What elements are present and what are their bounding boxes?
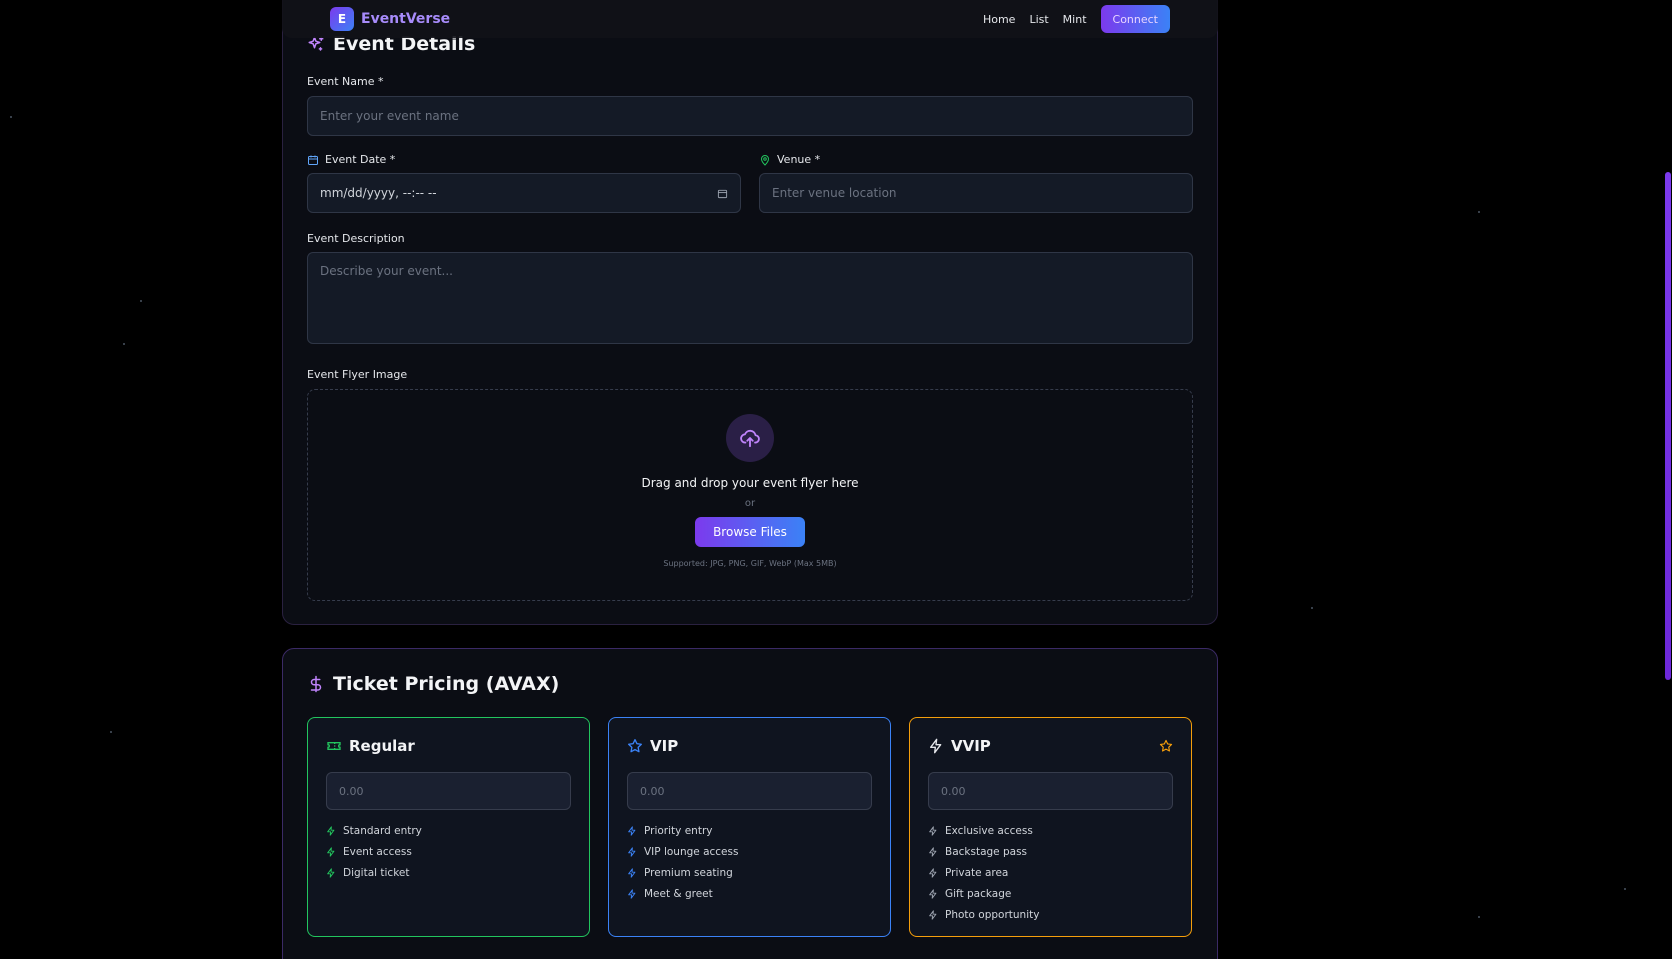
cloud-upload-icon <box>740 429 760 448</box>
regular-price-input[interactable] <box>326 772 571 810</box>
calendar-icon <box>308 155 318 165</box>
brand-name[interactable]: EventVerse <box>361 11 450 27</box>
page: E EventVerse Home List Mint Connect Even… <box>0 0 1672 959</box>
feature-item: Meet & greet <box>627 883 872 904</box>
feature-item: Standard entry <box>326 820 571 841</box>
star-badge-icon <box>1159 739 1173 752</box>
zap-icon <box>930 738 942 754</box>
event-date-label-text: Event Date * <box>325 153 396 166</box>
background-star <box>1311 607 1313 609</box>
page-scrollbar[interactable] <box>1664 0 1672 959</box>
connect-wallet-button[interactable]: Connect <box>1100 5 1170 33</box>
nav-mint-link[interactable]: Mint <box>1063 13 1087 26</box>
feature-item: Premium seating <box>627 862 872 883</box>
zap-icon <box>929 909 937 920</box>
background-star <box>110 731 112 733</box>
tier-regular-card: Regular Standard entry Event access Digi… <box>307 717 590 937</box>
tier-name: VVIP <box>951 737 991 755</box>
tier-name: VIP <box>650 737 679 755</box>
dollar-icon <box>310 675 322 693</box>
background-star <box>10 116 12 118</box>
zap-icon <box>929 888 937 899</box>
event-description-label: Event Description <box>307 232 405 245</box>
tier-vip-card: VIP Priority entry VIP lounge access Pre… <box>608 717 891 937</box>
background-star <box>123 343 125 345</box>
dropzone-or: or <box>744 498 756 509</box>
feature-item: Digital ticket <box>326 862 571 883</box>
event-flyer-label: Event Flyer Image <box>307 368 408 381</box>
upload-icon-badge <box>726 414 774 462</box>
event-description-textarea[interactable] <box>307 252 1193 344</box>
venue-label-text: Venue * <box>777 153 821 166</box>
venue-label: Venue * <box>759 153 820 166</box>
background-star <box>1478 211 1480 213</box>
map-pin-icon <box>760 154 770 166</box>
feature-item: Gift package <box>928 883 1173 904</box>
nav-home-link[interactable]: Home <box>983 13 1015 26</box>
feature-item: Exclusive access <box>928 820 1173 841</box>
tier-name: Regular <box>349 737 415 755</box>
feature-item: Priority entry <box>627 820 872 841</box>
zap-icon <box>628 867 636 878</box>
tier-features: Standard entry Event access Digital tick… <box>326 820 571 883</box>
browse-files-button[interactable]: Browse Files <box>695 517 805 547</box>
feature-item: Backstage pass <box>928 841 1173 862</box>
tier-vvip-card: VVIP Exclusive access Backstage pass Pri… <box>909 717 1192 937</box>
zap-icon <box>929 846 937 857</box>
event-date-label: Event Date * <box>307 153 395 166</box>
event-date-input[interactable]: mm/dd/yyyy, --:-- -- <box>307 173 741 213</box>
supported-formats-note: Supported: JPG, PNG, GIF, WebP (Max 5MB) <box>663 559 837 568</box>
zap-icon <box>327 867 335 878</box>
pricing-title: Ticket Pricing (AVAX) <box>333 673 560 695</box>
feature-item: Event access <box>326 841 571 862</box>
date-picker-icon[interactable] <box>717 188 728 199</box>
zap-icon <box>929 867 937 878</box>
top-nav-bar: E EventVerse Home List Mint Connect <box>282 0 1218 38</box>
zap-icon <box>628 825 636 836</box>
star-icon <box>628 739 642 753</box>
zap-icon <box>628 888 636 899</box>
event-name-input[interactable] <box>307 96 1193 136</box>
background-star <box>1624 888 1626 890</box>
nav-list-link[interactable]: List <box>1029 13 1048 26</box>
ticket-pricing-card: Ticket Pricing (AVAX) Regular Standard e… <box>282 648 1218 959</box>
flyer-dropzone[interactable]: Drag and drop your event flyer here or B… <box>307 389 1193 601</box>
dropzone-title: Drag and drop your event flyer here <box>641 476 859 490</box>
venue-input[interactable] <box>759 173 1193 213</box>
brand[interactable]: E EventVerse <box>330 7 450 31</box>
ticket-icon <box>327 742 341 750</box>
event-date-value: mm/dd/yyyy, --:-- -- <box>320 186 437 200</box>
nav-links: Home List Mint Connect <box>983 5 1170 33</box>
zap-icon <box>929 825 937 836</box>
zap-icon <box>327 846 335 857</box>
event-details-card: Event Details Event Name * Event Date * … <box>282 0 1218 625</box>
background-star <box>140 300 142 302</box>
feature-item: Private area <box>928 862 1173 883</box>
feature-item: VIP lounge access <box>627 841 872 862</box>
brand-logo[interactable]: E <box>330 7 354 31</box>
zap-icon <box>327 825 335 836</box>
ticket-pricing-heading: Ticket Pricing (AVAX) <box>307 673 559 695</box>
feature-item: Photo opportunity <box>928 904 1173 925</box>
scrollbar-thumb[interactable] <box>1665 172 1671 680</box>
event-name-label: Event Name * <box>307 75 384 88</box>
background-star <box>1478 916 1480 918</box>
tier-features: Exclusive access Backstage pass Private … <box>928 820 1173 925</box>
vvip-price-input[interactable] <box>928 772 1173 810</box>
vip-price-input[interactable] <box>627 772 872 810</box>
tier-features: Priority entry VIP lounge access Premium… <box>627 820 872 904</box>
zap-icon <box>628 846 636 857</box>
